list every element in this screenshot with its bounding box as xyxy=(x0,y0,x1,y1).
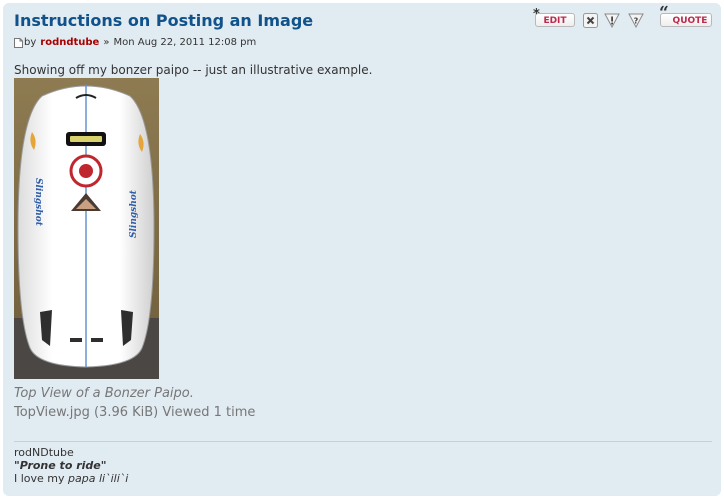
report-button[interactable] xyxy=(604,12,620,28)
delete-button[interactable] xyxy=(582,12,598,28)
question-icon: ? xyxy=(628,13,644,28)
post-file-icon xyxy=(14,37,23,48)
signature-motto: "Prone to ride" xyxy=(14,459,107,472)
signature-name: rodNDtube xyxy=(14,446,74,459)
post-container: Instructions on Posting an Image * EDIT … xyxy=(3,3,721,496)
attachment-image[interactable]: Slingshot Slingshot xyxy=(14,78,159,379)
by-label: by xyxy=(24,37,37,48)
signature-divider xyxy=(14,441,712,442)
separator: » xyxy=(103,37,110,48)
edit-label: EDIT xyxy=(543,16,567,26)
signature: rodNDtube "Prone to ride" I love my papa… xyxy=(14,446,128,485)
edit-star-icon: * xyxy=(533,7,540,22)
edit-button[interactable]: * EDIT xyxy=(533,8,575,27)
quote-button[interactable]: “ QUOTE xyxy=(659,5,712,27)
quote-label: QUOTE xyxy=(672,16,708,26)
author-username-link[interactable]: rodndtube xyxy=(40,37,99,48)
delete-icon xyxy=(582,12,598,28)
report-icon xyxy=(604,13,620,28)
info-button[interactable]: ? xyxy=(628,12,644,28)
signature-line-italic: papa li`ili`i xyxy=(68,472,129,485)
board-brand-left: Slingshot xyxy=(33,178,43,227)
quote-mark-icon: “ xyxy=(659,3,669,23)
signature-line-prefix: I love my xyxy=(14,472,69,485)
svg-text:?: ? xyxy=(634,17,639,26)
post-title[interactable]: Instructions on Posting an Image xyxy=(14,11,313,30)
post-content: Showing off my bonzer paipo -- just an i… xyxy=(14,63,373,77)
signature-line: I love my papa li`ili`i xyxy=(14,472,128,485)
attachment-caption: Top View of a Bonzer Paipo. xyxy=(14,386,194,401)
post-author-line: by rodndtube » Mon Aug 22, 2011 12:08 pm xyxy=(14,37,256,48)
board-brand-right: Slingshot xyxy=(129,189,139,238)
attachment-file-info: TopView.jpg (3.96 KiB) Viewed 1 time xyxy=(14,405,256,420)
post-date: Mon Aug 22, 2011 12:08 pm xyxy=(113,37,257,48)
